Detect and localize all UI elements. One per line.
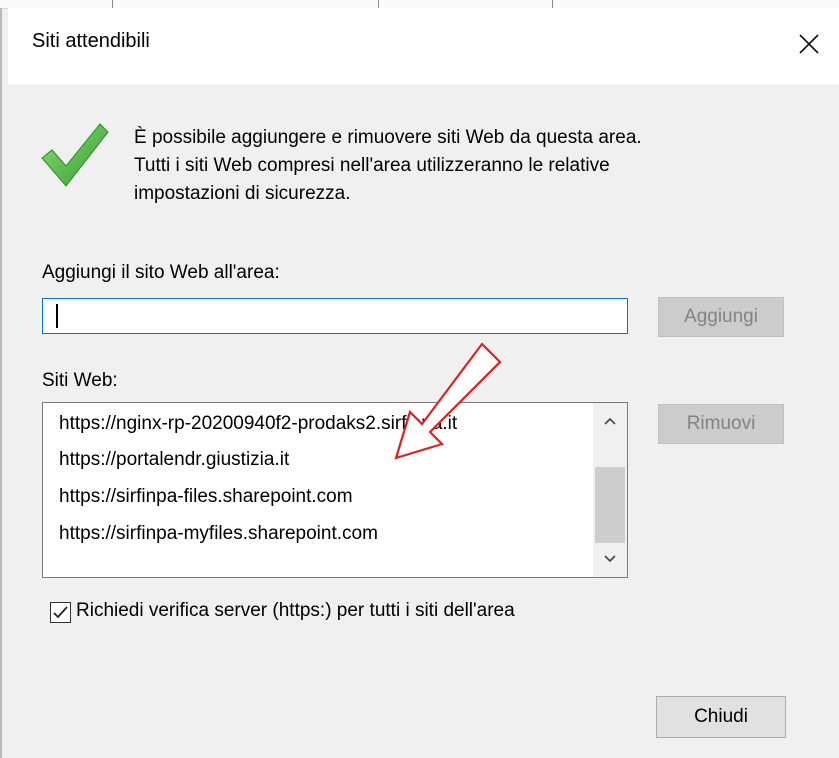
https-verify-label[interactable]: Richiedi verifica server (https:) per tu… [76,600,515,622]
scroll-down-button[interactable] [593,543,627,577]
strip-tick [112,0,113,8]
add-button[interactable]: Aggiungi [658,297,784,337]
dialog-title: Siti attendibili [32,30,150,52]
description-line: È possibile aggiungere e rimuovere siti … [134,127,642,148]
scroll-up-button[interactable] [593,403,627,443]
list-item[interactable]: https://sirfinpa-files.sharepoint.com [59,486,353,508]
close-dialog-button[interactable]: Chiudi [656,696,786,738]
chevron-down-icon [604,555,616,563]
sites-listbox[interactable]: https://nginx-rp-20200940f2-prodaks2.sir… [42,402,628,578]
background-window-edge [0,8,2,758]
vertical-scrollbar[interactable] [593,403,627,577]
close-button[interactable] [779,18,839,70]
chevron-up-icon [604,417,616,425]
description-line: impostazioni di sicurezza. [134,183,351,204]
close-icon [799,34,819,54]
title-bar: Siti attendibili [8,8,839,84]
strip-tick [552,0,553,8]
checkmark-icon [53,606,68,619]
red-arrow-icon [394,342,502,460]
sites-label: Siti Web: [42,370,118,391]
description-line: Tutti i siti Web compresi nell'area util… [134,155,610,176]
zone-description: È possibile aggiungere e rimuovere siti … [134,124,824,208]
https-verify-checkbox[interactable] [50,602,71,623]
strip-tick [378,0,379,8]
add-site-input[interactable] [42,298,628,334]
remove-button[interactable]: Rimuovi [658,404,784,444]
add-site-label: Aggiungi il sito Web all'area: [42,262,280,283]
scroll-thumb[interactable] [595,467,625,543]
trusted-sites-dialog: Siti attendibili È possibile aggiungere … [8,8,839,758]
list-item[interactable]: https://sirfinpa-myfiles.sharepoint.com [59,523,378,545]
text-cursor [56,304,58,328]
list-item[interactable]: https://portalendr.giustizia.it [59,449,289,471]
green-checkmark-icon [41,123,109,187]
